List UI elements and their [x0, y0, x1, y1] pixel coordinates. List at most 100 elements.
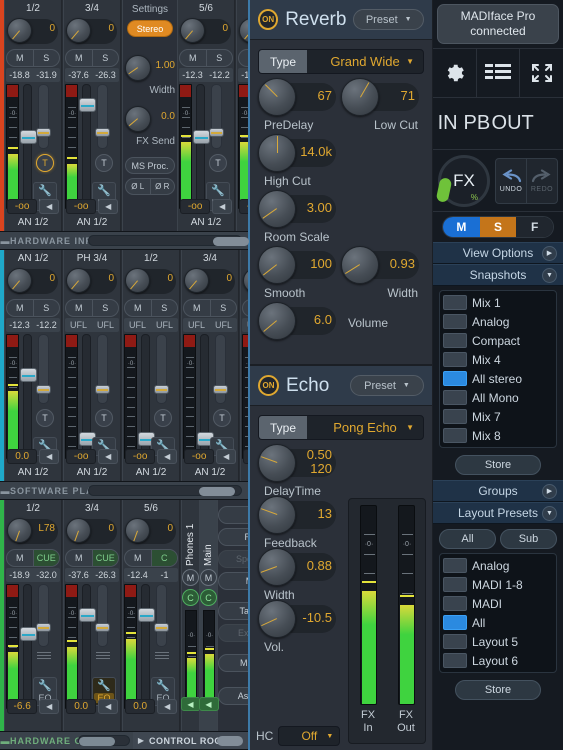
- pan-knob[interactable]: [125, 268, 150, 293]
- layout-indicator[interactable]: [443, 558, 467, 573]
- scrollbar-track[interactable]: [88, 235, 249, 247]
- layout-indicator[interactable]: [443, 615, 467, 630]
- pan-handle[interactable]: [36, 384, 51, 394]
- knob-dial[interactable]: [258, 496, 296, 534]
- ms-proc-button[interactable]: MS Proc.: [125, 157, 175, 174]
- pan-handle[interactable]: [36, 127, 51, 137]
- pan-handle[interactable]: [213, 384, 228, 394]
- control-room-mute-fx-button[interactable]: Mute FX: [218, 654, 248, 672]
- reverb-type-select[interactable]: Grand Wide ▼: [307, 50, 423, 73]
- chevron-down-icon[interactable]: ▼: [542, 267, 557, 283]
- mute-button[interactable]: M: [182, 569, 199, 586]
- solo-button[interactable]: S: [93, 50, 119, 66]
- snapshot-item[interactable]: All Mono: [442, 388, 554, 407]
- route-button[interactable]: ◀: [98, 699, 118, 715]
- knob-feedback[interactable]: 13: [258, 496, 338, 534]
- snapshot-item[interactable]: Mix 8: [442, 426, 554, 445]
- mute-button[interactable]: M: [7, 550, 34, 566]
- layout-indicator[interactable]: [443, 596, 467, 611]
- fader-track[interactable]: [20, 584, 37, 710]
- knob-room-scale[interactable]: 3.00: [258, 190, 338, 228]
- snapshot-indicator[interactable]: [443, 409, 467, 424]
- control-room-mono-button[interactable]: Mono: [218, 572, 248, 590]
- knob-high-cut[interactable]: 14.0k: [258, 134, 338, 172]
- layout-item[interactable]: Analog: [442, 556, 554, 575]
- fader-track[interactable]: [20, 84, 37, 210]
- snapshot-indicator[interactable]: [443, 333, 467, 348]
- pan-knob[interactable]: [66, 518, 91, 543]
- layout-all-button[interactable]: All: [439, 529, 496, 549]
- snapshot-indicator[interactable]: [443, 390, 467, 405]
- scrollbar-track[interactable]: [88, 485, 242, 497]
- mute-button[interactable]: M: [7, 50, 34, 66]
- knob-dial[interactable]: [258, 302, 296, 340]
- snapshot-indicator[interactable]: [443, 428, 467, 443]
- mute-button[interactable]: M: [184, 300, 211, 316]
- pan-knob[interactable]: [239, 18, 248, 43]
- route-button[interactable]: ◀: [39, 199, 59, 215]
- trim-button[interactable]: T: [209, 154, 227, 173]
- pan-knob[interactable]: [7, 518, 32, 543]
- tab-in[interactable]: IN: [433, 98, 462, 149]
- stereo-button[interactable]: Stereo: [127, 20, 173, 37]
- cue-button[interactable]: CUE: [92, 550, 118, 566]
- mute-master-button[interactable]: M: [443, 217, 480, 237]
- knob-dial[interactable]: [341, 78, 379, 116]
- route-button[interactable]: ◀: [198, 697, 219, 712]
- cue-button[interactable]: C: [200, 589, 217, 606]
- snapshot-indicator[interactable]: [443, 352, 467, 367]
- echo-preset-button[interactable]: Preset ▼: [350, 375, 424, 396]
- gain-value[interactable]: -oo: [239, 199, 248, 215]
- cue-button[interactable]: C: [182, 589, 199, 606]
- phase-left-button[interactable]: Ø L: [126, 179, 151, 194]
- snapshot-item[interactable]: Mix 1: [442, 293, 554, 312]
- pan-handle[interactable]: [154, 384, 169, 394]
- mute-button[interactable]: M: [66, 300, 93, 316]
- gear-icon[interactable]: [433, 49, 477, 97]
- device-status-button[interactable]: MADIface Pro connected: [437, 4, 559, 44]
- control-room-scrollbar-thumb[interactable]: [217, 735, 243, 746]
- knob-dial[interactable]: [258, 600, 296, 638]
- pan-track[interactable]: [154, 584, 169, 647]
- fader-master-button[interactable]: F: [516, 217, 553, 237]
- echo-type-row[interactable]: Type Pong Echo ▼: [258, 415, 424, 440]
- pan-track[interactable]: [36, 84, 51, 150]
- layout-indicator[interactable]: [443, 634, 467, 649]
- chevron-right-icon[interactable]: ▶: [542, 245, 557, 261]
- snapshot-item[interactable]: Analog: [442, 312, 554, 331]
- pan-track[interactable]: [36, 334, 51, 405]
- snapshot-item[interactable]: Mix 4: [442, 350, 554, 369]
- solo-button[interactable]: S: [152, 300, 178, 316]
- play-icon[interactable]: ▶: [133, 736, 149, 745]
- echo-hc-select[interactable]: Off ▼: [278, 726, 341, 746]
- route-button[interactable]: ◀: [39, 449, 59, 465]
- phase-right-button[interactable]: Ø R: [151, 179, 175, 194]
- control-room-recall-button[interactable]: Recall: [218, 528, 248, 546]
- snapshot-item[interactable]: All stereo: [442, 369, 554, 388]
- reverb-type-row[interactable]: Type Grand Wide ▼: [258, 49, 424, 74]
- knob-dial[interactable]: [258, 190, 296, 228]
- snapshot-indicator[interactable]: [443, 314, 467, 329]
- fx-level-dial[interactable]: FX %: [435, 154, 490, 207]
- control-room-bar[interactable]: ▶ CONTROL ROOM: [133, 732, 248, 749]
- gain-value[interactable]: -6.6: [7, 699, 38, 715]
- mute-button[interactable]: M: [239, 50, 248, 66]
- route-button[interactable]: ◀: [98, 199, 118, 215]
- pan-knob[interactable]: [125, 518, 150, 543]
- route-button[interactable]: ◀: [98, 449, 118, 465]
- pan-knob[interactable]: [7, 268, 32, 293]
- mute-button[interactable]: M: [7, 300, 34, 316]
- pan-track[interactable]: [95, 84, 110, 150]
- redo-button[interactable]: REDO: [527, 159, 557, 203]
- control-room-talkback-button[interactable]: Talkback: [218, 602, 248, 620]
- layout-item[interactable]: All: [442, 613, 554, 632]
- pan-handle[interactable]: [95, 384, 110, 394]
- pan-knob[interactable]: [184, 268, 209, 293]
- mute-button[interactable]: M: [125, 300, 152, 316]
- echo-type-select[interactable]: Pong Echo ▼: [307, 416, 423, 439]
- trim-button[interactable]: T: [95, 154, 113, 173]
- section-bar-software-playback[interactable]: ▬ SOFTWARE PLAYBACK: [0, 481, 248, 500]
- pan-track[interactable]: [154, 334, 169, 405]
- width-knob[interactable]: [125, 55, 151, 81]
- fader-track[interactable]: [20, 334, 37, 460]
